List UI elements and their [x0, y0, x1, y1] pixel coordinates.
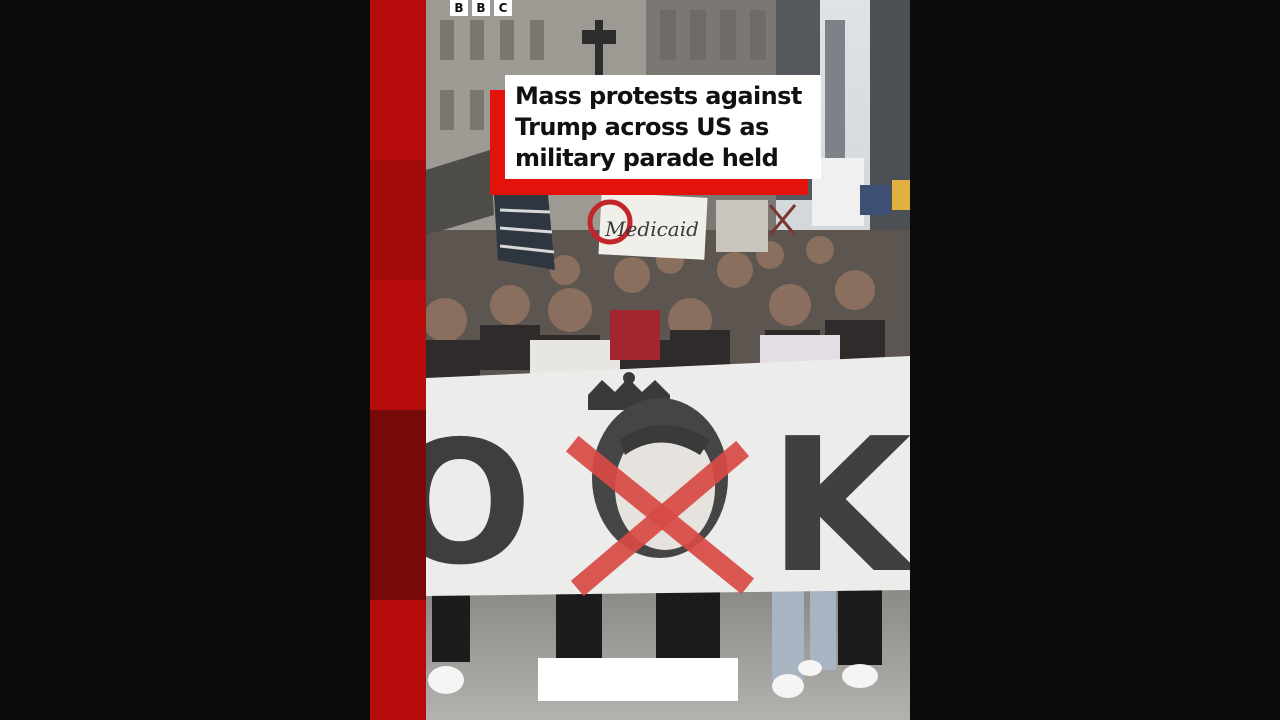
headline-line: Trump across US as — [515, 113, 769, 141]
protest-sign-text: Medicaid — [604, 217, 699, 241]
headline-caption: Mass protests against Trump across US as… — [505, 75, 821, 179]
logo-letter: B — [472, 0, 490, 16]
caption-placeholder-bar — [538, 658, 738, 701]
banner-letter: K — [768, 398, 910, 614]
logo-letter: B — [450, 0, 468, 16]
video-frame[interactable]: Medicaid O K B B C Mass protests against… — [370, 0, 910, 720]
bbc-logo: B B C — [450, 0, 512, 16]
headline-line: military parade held — [515, 144, 779, 172]
headline-line: Mass protests against — [515, 82, 802, 110]
video-player[interactable]: Medicaid O K B B C Mass protests against… — [0, 0, 1280, 720]
logo-letter: C — [494, 0, 512, 16]
